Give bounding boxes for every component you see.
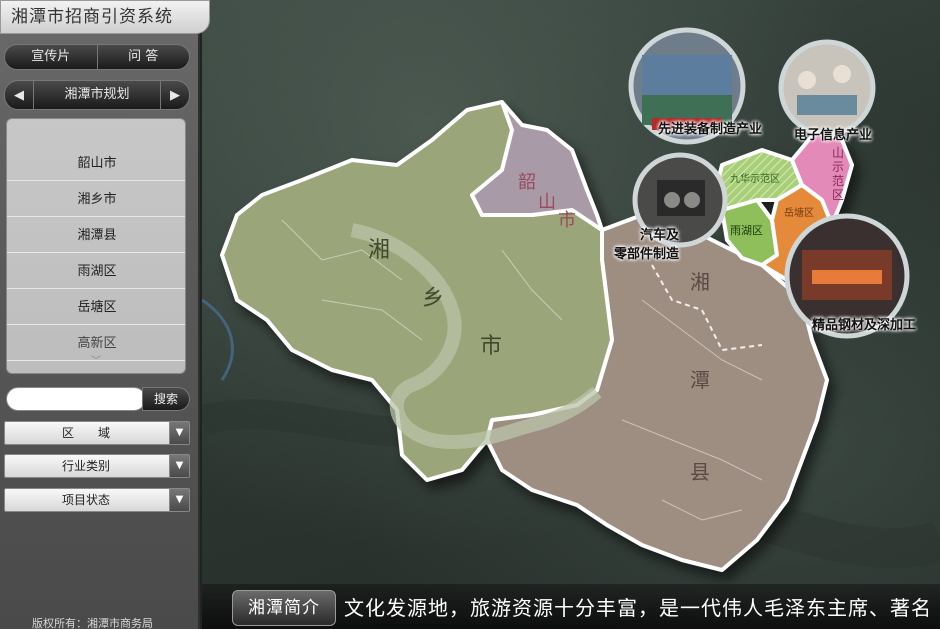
status-filter-select[interactable]: 项目状态 ▼ bbox=[4, 488, 190, 512]
app-window: 宣传片 问 答 ◀ 湘潭市规划 ▶ 韶山市 湘乡市 湘潭县 雨湖区 岳塘区 高新… bbox=[0, 0, 940, 629]
industry-filter-label: 行业类别 bbox=[61, 459, 110, 473]
chevron-down-icon[interactable]: ▼ bbox=[169, 455, 189, 477]
label-yuhu: 雨湖区 bbox=[730, 224, 763, 237]
search-input[interactable] bbox=[6, 387, 146, 411]
top-button-group: 宣传片 问 答 bbox=[4, 44, 190, 70]
status-filter-label: 项目状态 bbox=[61, 493, 110, 507]
label-shaoshan-3: 市 bbox=[558, 210, 576, 231]
label-county-1: 湘 bbox=[690, 270, 710, 294]
chevron-down-icon[interactable]: ▼ bbox=[169, 422, 189, 444]
region-filter-select[interactable]: 区 域 ▼ bbox=[4, 421, 190, 445]
label-xiangxiang-3: 市 bbox=[480, 334, 503, 359]
district-list: 韶山市 湘乡市 湘潭县 雨湖区 岳塘区 高新区 ﹀ bbox=[6, 118, 186, 374]
ticker-text: 文化发源地，旅游资源十分丰富，是一代伟人毛泽东主席、著名 bbox=[344, 596, 932, 620]
industry-label-equipment[interactable]: 先进装备制造产业 bbox=[658, 118, 762, 137]
qa-button[interactable]: 问 答 bbox=[96, 45, 190, 69]
district-item-xiangxiang[interactable]: 湘乡市 bbox=[7, 183, 185, 217]
district-item-yuetang[interactable]: 岳塘区 bbox=[7, 291, 185, 325]
industry-label-steel[interactable]: 精品钢材及深加工 bbox=[812, 314, 916, 333]
district-item-shaoshan[interactable]: 韶山市 bbox=[7, 147, 185, 181]
label-jiuhua: 九华示范区 bbox=[730, 174, 780, 185]
label-shanshi: 山 示 范 区 bbox=[832, 146, 845, 202]
next-arrow-icon[interactable]: ▶ bbox=[161, 88, 189, 103]
label-xiangxiang-1: 湘 bbox=[368, 238, 391, 263]
industry-filter-select[interactable]: 行业类别 ▼ bbox=[4, 454, 190, 478]
district-item-yuhu[interactable]: 雨湖区 bbox=[7, 255, 185, 289]
industry-bubble-electronics[interactable] bbox=[778, 39, 876, 137]
region-filter-label: 区 域 bbox=[61, 426, 110, 440]
map-view: 湘 乡 市 韶 山 市 湘 潭 县 九华示范区 雨湖区 岳塘区 山 示 范 区 … bbox=[202, 0, 940, 629]
nav-title[interactable]: 湘潭市规划 bbox=[33, 81, 161, 109]
copyright-text: 版权所有：湘潭市商务局 bbox=[32, 617, 153, 629]
label-county-3: 县 bbox=[690, 460, 710, 484]
label-shaoshan-2: 山 bbox=[538, 192, 556, 213]
search-bar: 搜索 bbox=[4, 387, 190, 413]
industry-label-auto[interactable]: 汽车及 零部件制造 bbox=[614, 224, 679, 262]
chevron-down-icon[interactable]: ▼ bbox=[169, 489, 189, 511]
label-shaoshan-1: 韶 bbox=[518, 172, 536, 193]
app-title: 湘潭市招商引资系统 bbox=[0, 0, 210, 34]
label-county-2: 潭 bbox=[690, 368, 710, 392]
label-xiangxiang-2: 乡 bbox=[422, 286, 445, 311]
scroll-down-icon[interactable]: ﹀ bbox=[91, 352, 101, 367]
prev-arrow-icon[interactable]: ◀ bbox=[5, 88, 33, 103]
district-item-xiangtan-county[interactable]: 湘潭县 bbox=[7, 219, 185, 253]
city-intro-button[interactable]: 湘潭简介 bbox=[232, 590, 336, 626]
industry-label-electronics[interactable]: 电子信息产业 bbox=[794, 124, 872, 143]
sidebar: 宣传片 问 答 ◀ 湘潭市规划 ▶ 韶山市 湘乡市 湘潭县 雨湖区 岳塘区 高新… bbox=[0, 0, 200, 629]
promo-video-button[interactable]: 宣传片 bbox=[5, 45, 97, 69]
search-button[interactable]: 搜索 bbox=[142, 387, 190, 411]
label-yuetang: 岳塘区 bbox=[784, 208, 814, 219]
intro-ticker: 文化发源地，旅游资源十分丰富，是一代伟人毛泽东主席、著名 bbox=[344, 592, 940, 624]
plan-navigator: ◀ 湘潭市规划 ▶ bbox=[4, 80, 190, 110]
